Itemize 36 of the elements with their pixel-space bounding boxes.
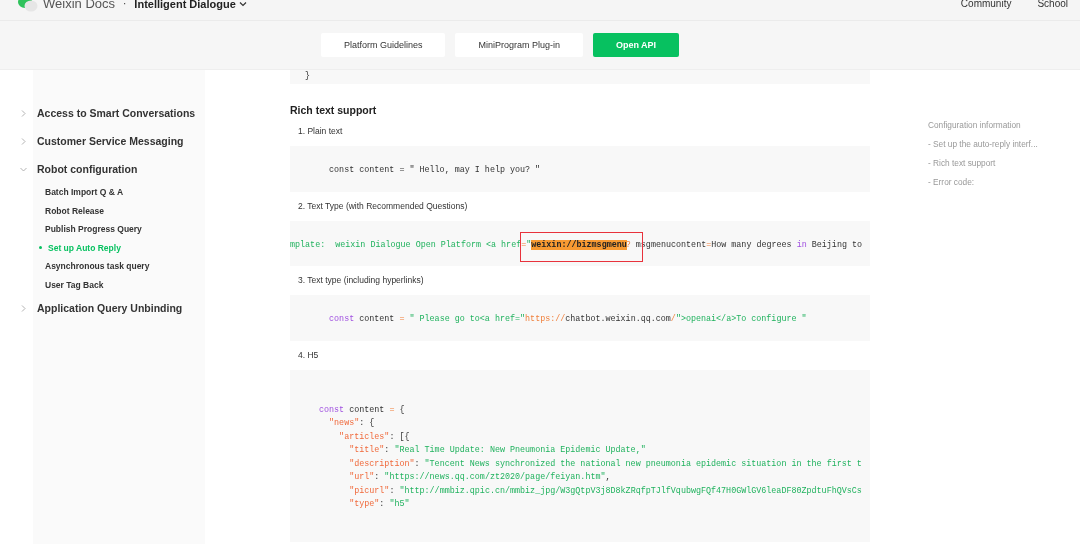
code-line: "type": "h5" — [348, 498, 411, 511]
sidebar-subitem[interactable]: Batch Import Q & A — [20, 183, 196, 202]
code-line: "picurl": "http://mmbiz.qpic.cn/mmbiz_jpg/W3gQtpV3j8D8kZRqfpTJlfVqubwgFQf47H0GWlGV6leaDF80ZpdtuFhQVsCs — [348, 484, 863, 498]
chevron-right-icon — [20, 109, 27, 117]
code-line: "title": "Real Time Update: New Pneumonia Epidemic Update," — [348, 444, 647, 457]
chevron-right-icon — [20, 137, 27, 145]
chevron-down-icon — [20, 165, 27, 173]
code-line: const content = " Hello, may I help you? " — [328, 164, 542, 177]
subsection-label: 2. Text Type (with Recommended Questions) — [298, 200, 469, 211]
subsection-label: 1. Plain text — [298, 126, 344, 136]
subsection-label: 3. Text type (including hyperlinks) — [298, 275, 425, 285]
code-line: "url": "https://news.qq.com/zt2020/page/feiyan.htm", — [348, 471, 612, 484]
category-tab[interactable]: Platform Guidelines — [320, 33, 446, 57]
sidebar-subitem[interactable]: User Tag Back — [20, 275, 196, 294]
product-dropdown[interactable]: Intelligent Dialogue — [134, 0, 247, 12]
category-tab[interactable]: MiniProgram Plug-in — [455, 33, 583, 57]
section-heading: Rich text support — [290, 104, 378, 116]
sidebar-item[interactable]: Customer Service Messaging — [20, 127, 196, 155]
code-line: "description": "Tencent News synchronized the national new pneumonia epidemic situation in the first t — [348, 457, 863, 471]
sidebar-subitem[interactable]: Asynchronous task query — [20, 257, 196, 276]
code-line: } — [304, 70, 312, 83]
code-line: "news": { — [328, 417, 376, 430]
code-line: const content = { — [319, 403, 406, 417]
sidebar-item[interactable]: Application Query Unbinding — [20, 294, 196, 322]
nav-link[interactable]: Community — [960, 0, 1012, 12]
code-line: "articles": [{ — [338, 430, 411, 444]
code-line: const content = " Please go to<a href="https://chatbot.weixin.qq.com/">openai</a>To configure " — [328, 313, 808, 326]
chevron-right-icon — [20, 304, 27, 312]
sidebar-subitem[interactable]: Publish Progress Query — [20, 220, 196, 239]
nav-link[interactable]: School — [1037, 0, 1068, 12]
subsection-label: 4. H5 — [298, 349, 320, 360]
sidebar-item[interactable]: Robot configuration — [20, 155, 196, 183]
chevron-down-icon — [238, 1, 247, 7]
sidebar-item[interactable]: Access to Smart Conversations — [20, 99, 196, 127]
sidebar-subitem[interactable]: Robot Release — [20, 201, 196, 220]
separator-dot: · — [123, 0, 127, 11]
